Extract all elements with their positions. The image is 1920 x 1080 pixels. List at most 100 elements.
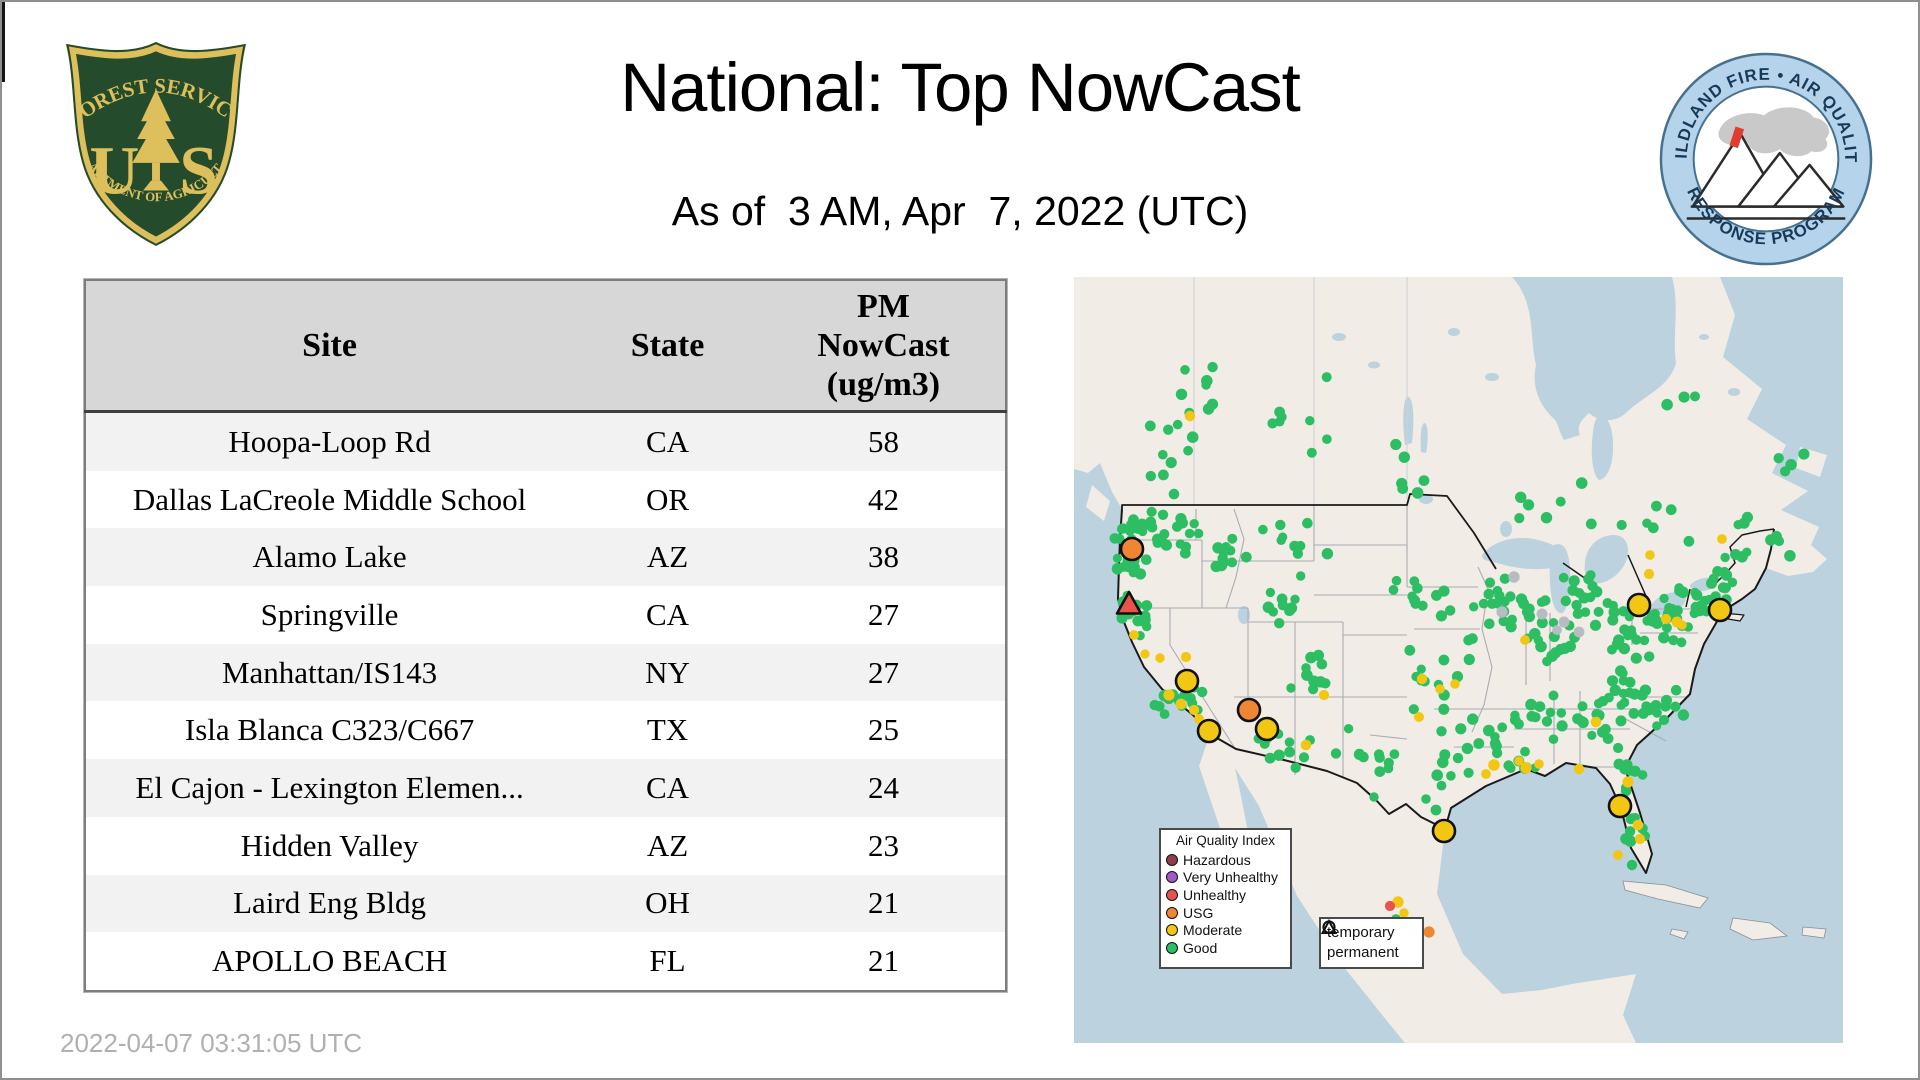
monitor-dot	[1407, 591, 1417, 602]
aqi-color-swatch	[1166, 924, 1178, 937]
page-title: National: Top NowCast	[620, 49, 1301, 126]
site-cell: Laird Eng Bldg	[233, 885, 426, 921]
monitor-dot	[1678, 391, 1690, 403]
table-row: Springville CA 27	[85, 586, 1006, 644]
monitor-dot	[1286, 683, 1296, 693]
monitor-dot	[1587, 581, 1598, 592]
monitor-dot	[1636, 689, 1648, 701]
column-header-state: State	[573, 280, 762, 413]
monitor-dot	[1467, 713, 1479, 725]
monitor-dot	[1278, 532, 1288, 542]
state-cell: CA	[645, 596, 690, 632]
monitor-dot	[1404, 644, 1416, 656]
aqi-color-swatch	[1166, 871, 1178, 884]
state-cell: OH	[645, 885, 690, 921]
value-cell: 38	[867, 539, 899, 575]
monitor-dot	[1438, 654, 1450, 666]
monitor-dot	[1626, 859, 1638, 871]
state-cell: AZ	[646, 539, 689, 575]
monitor-dot	[1302, 517, 1313, 529]
monitor-dot	[1158, 449, 1168, 460]
monitor-dot	[1267, 418, 1278, 429]
aqi-legend-label: USG	[1183, 904, 1214, 921]
monitor-dot	[1305, 651, 1317, 664]
monitor-dot	[1513, 719, 1524, 730]
monitor-dot	[1624, 687, 1635, 698]
monitor-dot	[1112, 553, 1122, 563]
value-cell: 23	[867, 827, 899, 863]
monitor-dot	[1483, 588, 1495, 600]
monitor-dot	[1515, 491, 1527, 503]
monitor-dot	[1632, 819, 1644, 831]
page-subtitle: As of 3 AM, Apr 7, 2022 (UTC)	[671, 188, 1249, 234]
pm-header-line: NowCast	[817, 326, 950, 364]
monitor-dot	[1163, 424, 1174, 435]
monitor-dot	[1742, 547, 1752, 557]
monitor-dot	[1421, 794, 1431, 804]
table-row: Hidden Valley AZ 23	[85, 816, 1006, 875]
monitor-dot	[1499, 573, 1511, 584]
aqi-legend-title: Air Quality Index	[1175, 833, 1276, 848]
monitor-dot	[1637, 770, 1648, 780]
monitor-dot	[1521, 606, 1534, 618]
aqi-map: Air Quality Index Hazardous Very Unhealth…	[1074, 277, 1843, 1043]
monitor-dot	[1146, 506, 1157, 517]
monitor-dot	[1634, 833, 1646, 845]
monitor-dot	[1505, 763, 1516, 773]
nowcast-table: Site State PM NowCast (ug/m3) Hoopa-Loop…	[84, 279, 1007, 992]
monitor-dot	[1670, 684, 1682, 696]
monitor-dot	[1122, 560, 1135, 573]
monitor-dot	[1483, 724, 1495, 737]
monitor-dot	[1320, 678, 1331, 689]
monitor-dot	[1670, 701, 1681, 712]
aqi-legend: Air Quality Index Hazardous Very Unhealth…	[1159, 828, 1292, 969]
site-cell: Manhattan/IS143	[221, 654, 438, 690]
monitor-dot	[1659, 593, 1669, 604]
aqi-legend-item: Moderate	[1166, 921, 1285, 939]
monitor-dot	[1193, 528, 1204, 539]
monitor-dot	[1622, 776, 1634, 788]
monitor-dot	[1496, 606, 1508, 618]
monitor-dot	[1431, 769, 1443, 781]
monitor-dot	[1463, 767, 1474, 778]
state-cell: AZ	[646, 827, 689, 863]
monitor-dot	[1613, 634, 1625, 646]
monitor-dot	[1134, 568, 1147, 580]
aqi-color-swatch	[1166, 888, 1178, 901]
monitor-dot	[1158, 469, 1169, 481]
state-cell: CA	[645, 423, 690, 459]
monitor-dot	[1660, 613, 1672, 625]
monitor-dot	[1536, 597, 1547, 607]
monitor-dot	[1227, 557, 1238, 568]
table-row: Dallas LaCreole Middle School OR 42	[85, 470, 1006, 529]
monitor-dot	[1298, 752, 1310, 763]
monitor-dot	[1240, 551, 1252, 563]
monitor-dot	[1555, 496, 1566, 507]
monitor-dot	[1727, 577, 1738, 588]
monitor-dot	[1548, 734, 1559, 744]
monitor-dot	[1183, 445, 1193, 456]
top-site-circle-marker	[1707, 597, 1733, 623]
state-cell: NY	[645, 654, 690, 690]
monitor-dot	[1274, 618, 1285, 629]
monitor-dot	[1175, 698, 1187, 710]
state-cell: CA	[645, 769, 690, 805]
monitor-dot	[1146, 521, 1158, 533]
monitor-dot	[1658, 632, 1670, 644]
value-cell: 27	[867, 654, 899, 690]
monitor-dot	[1613, 758, 1625, 770]
monitor-dot	[1774, 536, 1785, 547]
monitor-dot	[1545, 707, 1556, 718]
shape-legend-item: temporary	[1322, 920, 1416, 942]
pm-header-line: PM	[857, 287, 910, 325]
value-cell: 21	[867, 943, 899, 979]
monitor-dot	[1165, 457, 1177, 469]
monitor-dot	[1616, 519, 1627, 531]
aqi-legend-label: Very Unhealthy	[1183, 869, 1278, 886]
aqi-color-swatch	[1166, 941, 1178, 954]
monitor-dot	[1180, 651, 1192, 663]
monitor-dot	[1383, 763, 1394, 774]
monitor-dot	[1526, 710, 1538, 722]
monitor-dot	[1175, 539, 1186, 549]
monitor-dot	[1589, 619, 1602, 631]
